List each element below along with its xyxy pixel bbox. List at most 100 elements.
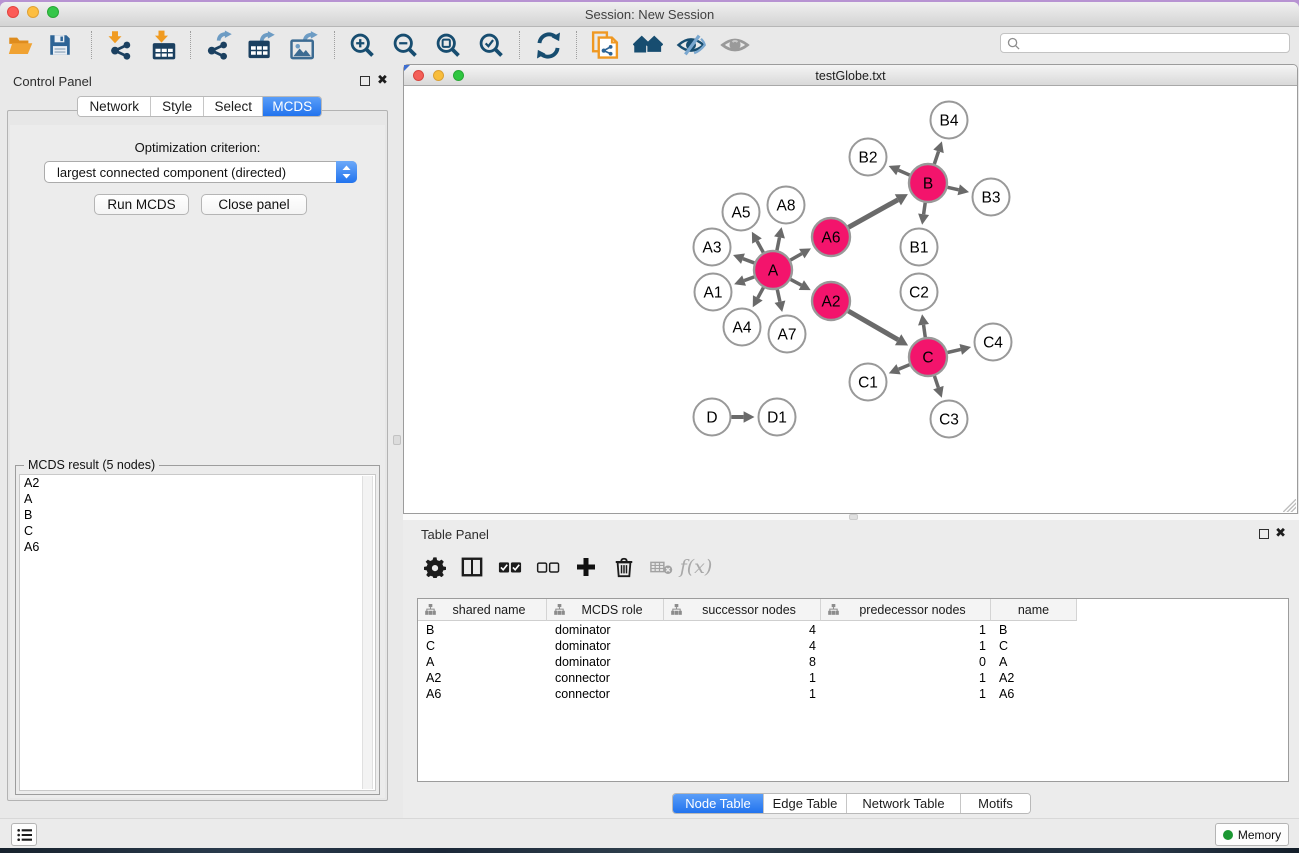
network-graph[interactable]: B4B2BB3A8A5A6A3B1AA1C2A2A4A7C4CC1C3DD1 xyxy=(404,86,1297,512)
edge-A-A3[interactable] xyxy=(743,259,754,263)
edge-B-B2[interactable] xyxy=(898,170,909,175)
edge-B-B3[interactable] xyxy=(948,187,959,189)
edge-A-A4[interactable] xyxy=(758,288,764,298)
network-window-titlebar[interactable]: testGlobe.txt xyxy=(404,65,1297,86)
zoom-out-button[interactable] xyxy=(389,29,421,61)
control-panel-tab-select[interactable]: Select xyxy=(204,97,264,116)
edge-A-A8[interactable] xyxy=(777,237,780,250)
export-table-icon xyxy=(246,30,276,60)
table-row-A6[interactable]: A6connector11A6 xyxy=(418,686,1290,702)
edge-A6-B[interactable] xyxy=(848,200,897,227)
new-network-from-selection-button[interactable] xyxy=(589,29,621,61)
deselect-all-button[interactable] xyxy=(533,552,563,582)
criterion-dropdown[interactable]: largest connected component (directed) xyxy=(44,161,357,183)
delete-table-button[interactable] xyxy=(647,552,677,582)
column-header-shared-name[interactable]: shared name xyxy=(418,599,547,621)
control-panel-tab-style[interactable]: Style xyxy=(151,97,204,116)
run-mcds-button[interactable]: Run MCDS xyxy=(94,194,189,215)
task-history-button[interactable] xyxy=(11,823,37,846)
export-network-button[interactable] xyxy=(202,29,234,61)
edge-A-A7[interactable] xyxy=(777,290,780,302)
export-table-button[interactable] xyxy=(245,29,277,61)
control-panel-close-button[interactable]: ✖ xyxy=(377,72,388,88)
mcds-result-item[interactable]: B xyxy=(20,507,375,523)
zoom-selected-icon xyxy=(477,31,505,59)
open-session-button[interactable] xyxy=(4,29,36,61)
graph-node-label-B4: B4 xyxy=(940,113,959,130)
delete-row-button[interactable] xyxy=(609,552,639,582)
edge-C-C3[interactable] xyxy=(934,376,938,388)
mcds-result-item[interactable]: C xyxy=(20,523,375,539)
control-panel-tab-mcds[interactable]: MCDS xyxy=(263,97,321,116)
import-table-button[interactable] xyxy=(148,29,180,61)
edge-B-B4[interactable] xyxy=(934,151,938,164)
table-row-C[interactable]: Cdominator41C xyxy=(418,638,1290,654)
control-panel-tab-network[interactable]: Network xyxy=(78,97,151,116)
edge-A-A5[interactable] xyxy=(757,241,763,253)
zoom-fit-button[interactable] xyxy=(432,29,464,61)
table-cell: connector xyxy=(555,687,610,701)
main-area: Control Panel ✖ NetworkStyleSelectMCDS O… xyxy=(0,64,1299,818)
column-header-predecessor-nodes[interactable]: predecessor nodes xyxy=(821,599,991,621)
export-image-button[interactable] xyxy=(288,29,320,61)
edge-arrowhead xyxy=(774,227,785,238)
zoom-selected-button[interactable] xyxy=(475,29,507,61)
table-cell: A2 xyxy=(426,671,441,685)
plus-icon xyxy=(574,555,598,579)
table-row-A[interactable]: Adominator80A xyxy=(418,654,1290,670)
hide-selection-button[interactable] xyxy=(675,29,707,61)
vertical-divider-grip[interactable] xyxy=(393,435,401,445)
edge-C-C2[interactable] xyxy=(924,325,926,337)
graph-node-label-D1: D1 xyxy=(767,410,787,427)
mcds-result-item[interactable]: A2 xyxy=(20,475,375,491)
add-row-button[interactable] xyxy=(571,552,601,582)
table-tab-network-table[interactable]: Network Table xyxy=(847,794,961,813)
split-view-button[interactable] xyxy=(457,552,487,582)
table-panel-float-button[interactable] xyxy=(1259,529,1269,539)
select-all-button[interactable] xyxy=(495,552,525,582)
edge-A-A1[interactable] xyxy=(744,277,754,281)
table-cell: B xyxy=(426,623,434,637)
graph-node-label-C2: C2 xyxy=(909,285,929,302)
edge-B-B1[interactable] xyxy=(924,203,926,214)
table-tab-motifs[interactable]: Motifs xyxy=(961,794,1030,813)
import-network-button[interactable] xyxy=(104,29,136,61)
function-builder-button[interactable]: f(x) xyxy=(681,552,711,582)
vertical-split-divider[interactable] xyxy=(391,64,403,818)
eye-slash-icon xyxy=(676,30,706,60)
edge-C-C4[interactable] xyxy=(947,349,960,352)
export-image-icon xyxy=(289,30,319,60)
toolbar-separator xyxy=(576,31,577,59)
table-cell: A xyxy=(426,655,434,669)
column-header-successor-nodes[interactable]: successor nodes xyxy=(664,599,821,621)
mcds-result-item[interactable]: A6 xyxy=(20,539,375,555)
table-tab-edge-table[interactable]: Edge Table xyxy=(764,794,847,813)
table-tab-node-table[interactable]: Node Table xyxy=(673,794,764,813)
control-panel-float-button[interactable] xyxy=(360,76,370,86)
column-settings-button[interactable] xyxy=(420,552,450,582)
search-input[interactable] xyxy=(1020,35,1289,51)
show-all-button[interactable] xyxy=(719,29,751,61)
table-row-B[interactable]: Bdominator41B xyxy=(418,622,1290,638)
table-panel-close-button[interactable]: ✖ xyxy=(1275,525,1286,541)
search-field[interactable] xyxy=(1000,33,1290,53)
close-panel-button[interactable]: Close panel xyxy=(201,194,307,215)
control-panel-tabs: NetworkStyleSelectMCDS xyxy=(77,96,322,117)
edge-A2-C[interactable] xyxy=(848,311,898,340)
mcds-result-item[interactable]: A xyxy=(20,491,375,507)
window-resize-grip[interactable] xyxy=(1283,499,1296,512)
table-row-A2[interactable]: A2connector11A2 xyxy=(418,670,1290,686)
apply-layout-button[interactable] xyxy=(532,29,564,61)
network-canvas[interactable]: B4B2BB3A8A5A6A3B1AA1C2A2A4A7C4CC1C3DD1 xyxy=(404,86,1297,513)
edge-C-C1[interactable] xyxy=(899,365,910,370)
column-header-MCDS-role[interactable]: MCDS role xyxy=(547,599,664,621)
edge-A-A2[interactable] xyxy=(791,279,802,285)
column-header-name[interactable]: name xyxy=(991,599,1077,621)
first-neighbors-button[interactable] xyxy=(632,29,664,61)
edge-A-A6[interactable] xyxy=(790,254,801,260)
memory-button[interactable]: Memory xyxy=(1215,823,1289,846)
save-session-button[interactable] xyxy=(44,29,76,61)
mcds-result-list[interactable]: A2ABCA6 xyxy=(19,474,376,791)
zoom-in-button[interactable] xyxy=(346,29,378,61)
result-list-scrollbar[interactable] xyxy=(362,476,373,789)
